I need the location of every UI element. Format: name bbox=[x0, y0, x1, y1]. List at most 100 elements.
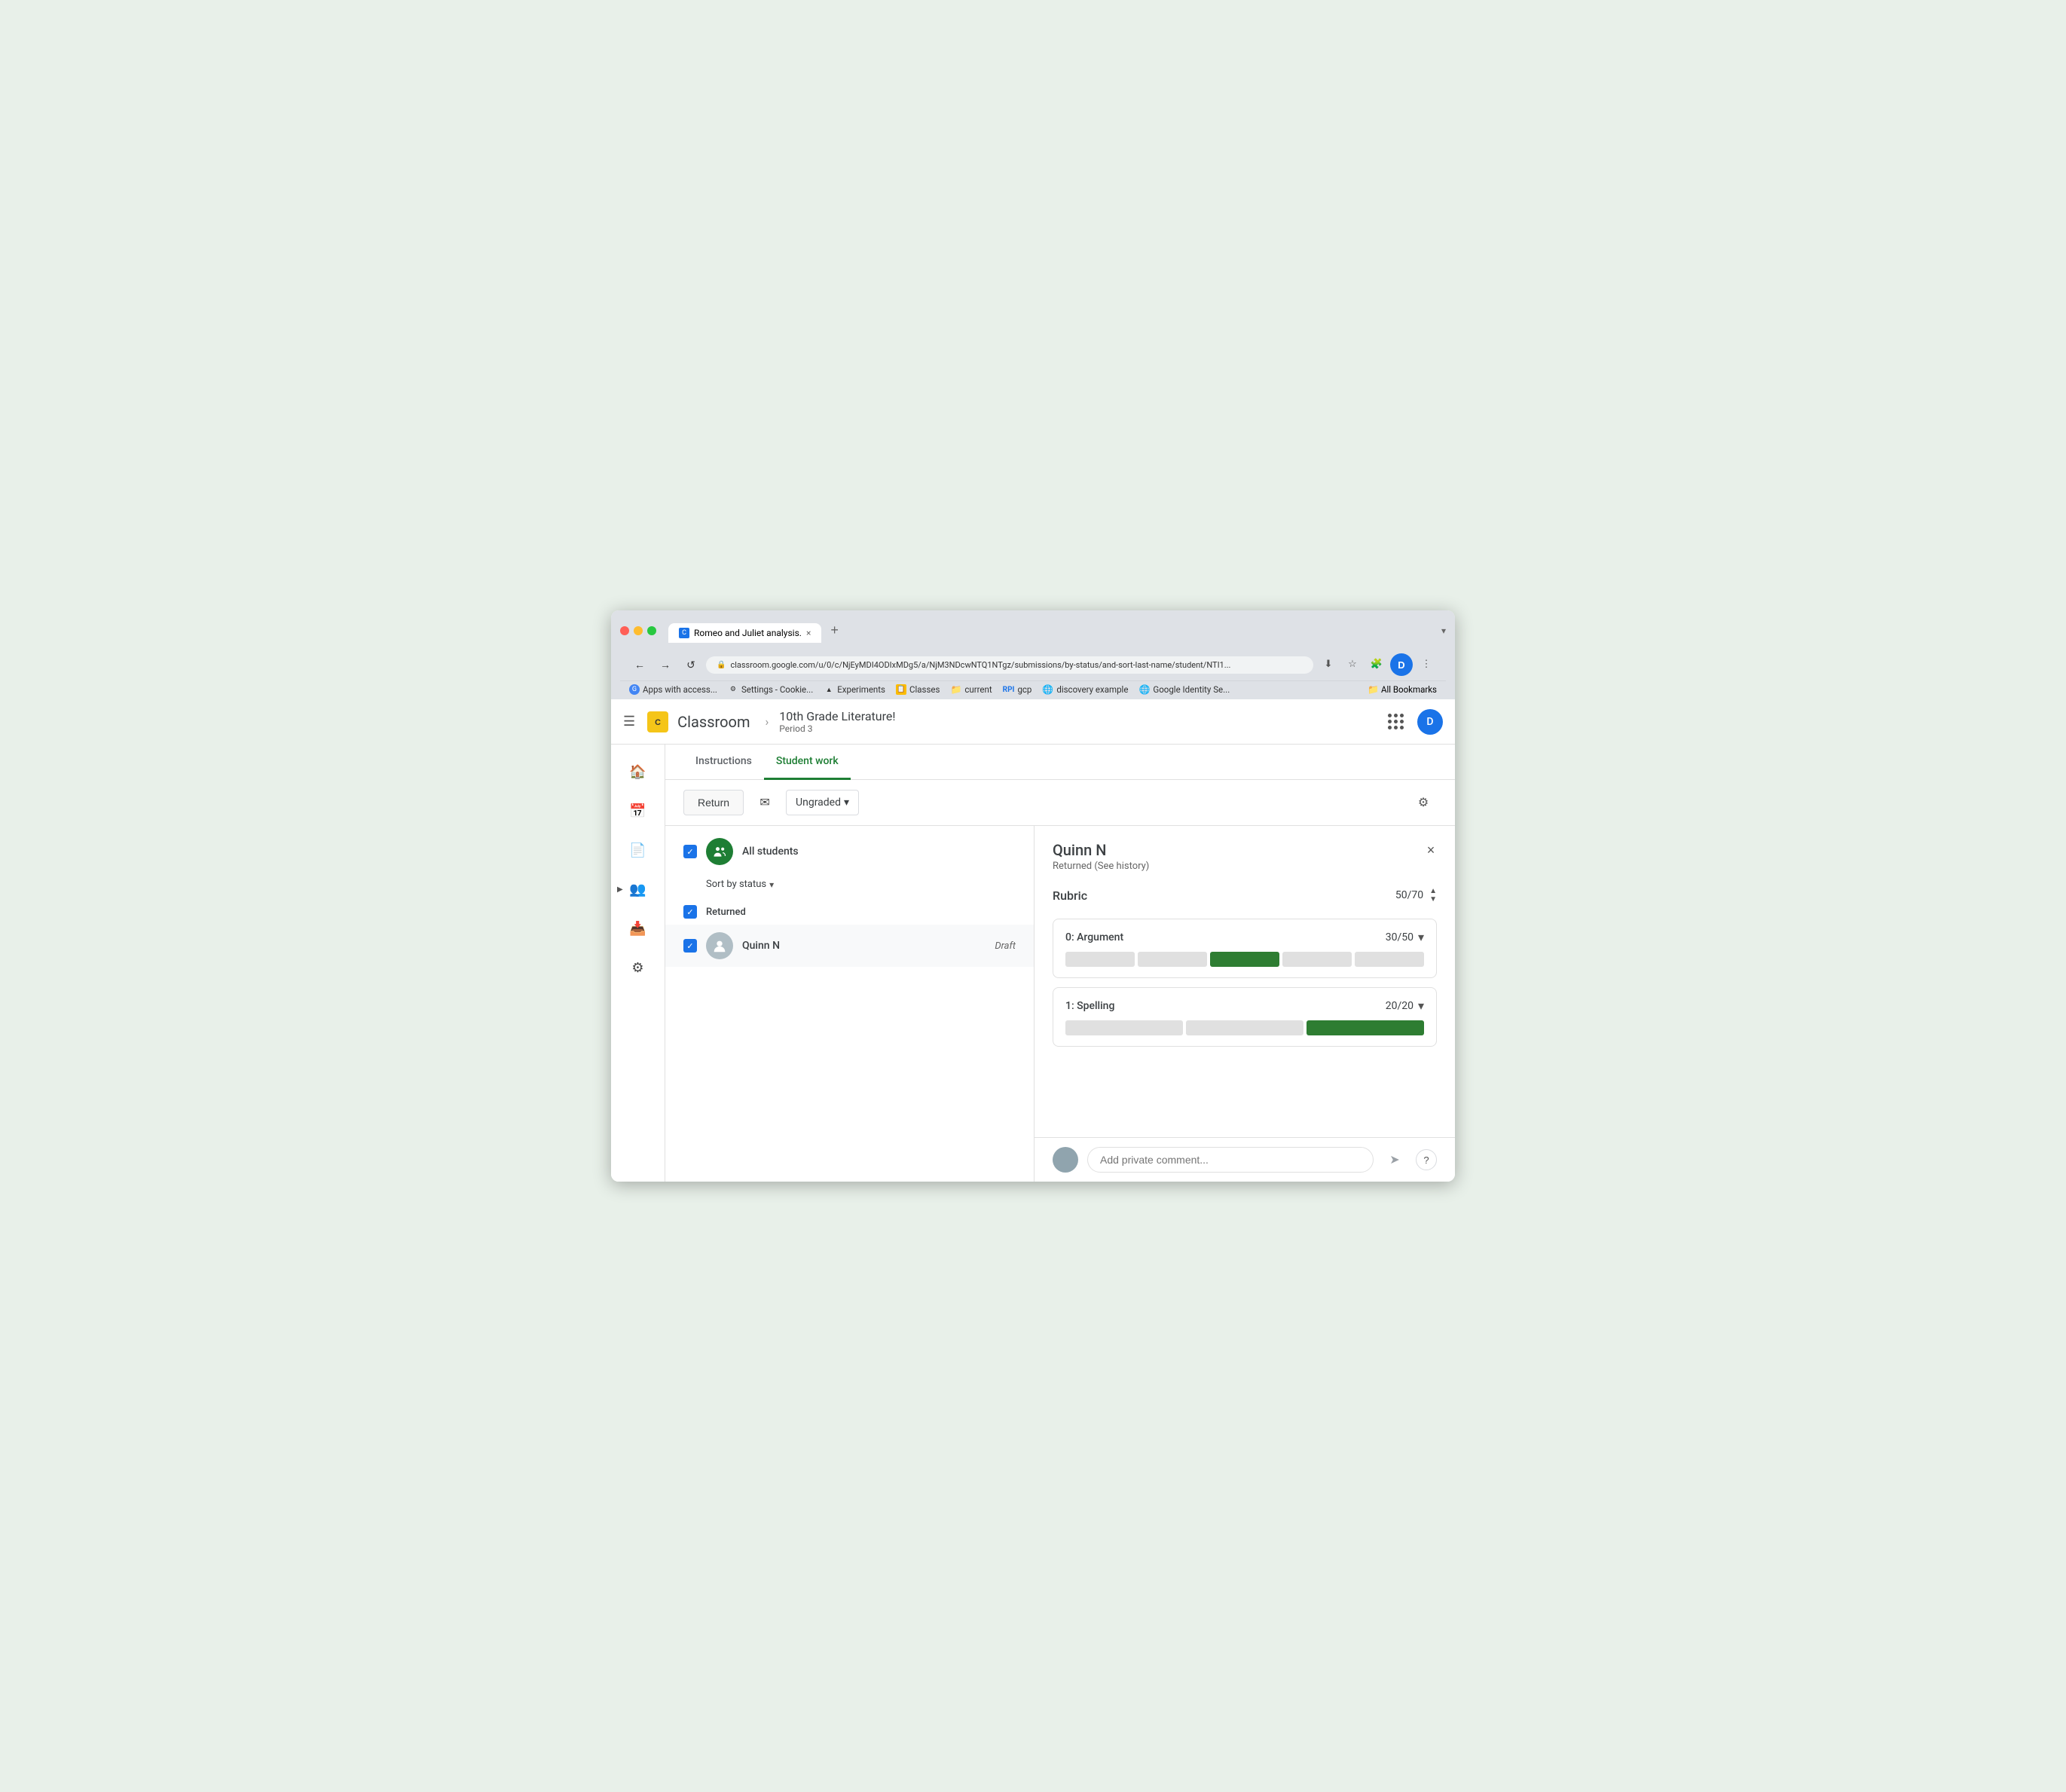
bookmark-classes[interactable]: 📋 Classes bbox=[896, 684, 940, 695]
all-bookmarks-icon: 📁 bbox=[1368, 684, 1379, 695]
bookmark-settings-label: Settings - Cookie... bbox=[741, 684, 813, 695]
bookmark-apps[interactable]: G Apps with access... bbox=[629, 684, 717, 695]
rubric-spelling-name: 1: Spelling bbox=[1065, 1000, 1114, 1012]
all-bookmarks-folder[interactable]: 📁 All Bookmarks bbox=[1368, 684, 1437, 695]
spelling-bar-selected[interactable] bbox=[1307, 1020, 1424, 1035]
argument-expand-icon[interactable]: ▾ bbox=[1418, 930, 1424, 944]
sidebar-item-people[interactable]: 👥 bbox=[620, 871, 656, 907]
minimize-traffic-light[interactable] bbox=[634, 626, 643, 635]
sidebar-item-assignments[interactable]: 📄 bbox=[620, 832, 656, 868]
bookmark-gcp-icon: RPI bbox=[1003, 686, 1015, 694]
close-traffic-light[interactable] bbox=[620, 626, 629, 635]
send-comment-button[interactable]: ➤ bbox=[1383, 1148, 1407, 1172]
back-button[interactable]: ← bbox=[629, 654, 650, 675]
sidebar-item-settings[interactable]: ⚙ bbox=[620, 950, 656, 986]
rubric-total-score: 50/70 ▲ ▼ bbox=[1395, 887, 1437, 904]
sort-label[interactable]: Sort by status bbox=[706, 879, 766, 890]
rubric-item-argument: 0: Argument 30/50 ▾ bbox=[1053, 919, 1437, 978]
student-submission-status: Draft bbox=[995, 940, 1016, 952]
app-name: Classroom bbox=[677, 713, 750, 731]
sidebar: 🏠 📅 📄 ▶ 👥 📥 ⚙ bbox=[611, 745, 665, 1182]
student-checkbox[interactable]: ✓ bbox=[683, 939, 697, 953]
breadcrumb-separator: › bbox=[765, 714, 769, 729]
ungraded-label: Ungraded bbox=[796, 797, 841, 809]
traffic-lights bbox=[620, 626, 656, 635]
bookmark-current-label: current bbox=[964, 684, 992, 695]
returned-section-header: ✓ Returned bbox=[665, 899, 1034, 925]
rubric-header: Rubric 50/70 ▲ ▼ bbox=[1053, 881, 1437, 910]
sort-arrow-icon[interactable]: ▾ bbox=[769, 879, 774, 890]
app-logo: C bbox=[647, 711, 668, 732]
maximize-traffic-light[interactable] bbox=[647, 626, 656, 635]
tab-instructions[interactable]: Instructions bbox=[683, 745, 764, 780]
profile-icon[interactable]: D bbox=[1390, 653, 1413, 676]
bookmark-current[interactable]: 📁 current bbox=[950, 684, 992, 695]
bookmark-discovery-icon: 🌐 bbox=[1042, 684, 1053, 695]
course-title[interactable]: 10th Grade Literature! bbox=[779, 709, 895, 723]
bookmark-apps-label: Apps with access... bbox=[643, 684, 717, 695]
bookmark-icon[interactable]: ☆ bbox=[1342, 653, 1363, 674]
address-bar[interactable]: 🔒 classroom.google.com/u/0/c/NjEyMDI4ODI… bbox=[706, 656, 1313, 674]
classroom-app: ☰ C Classroom › 10th Grade Literature! P… bbox=[611, 699, 1455, 1182]
all-students-label: All students bbox=[742, 846, 799, 858]
download-icon[interactable]: ⬇ bbox=[1318, 653, 1339, 674]
sidebar-item-archive[interactable]: 📥 bbox=[620, 910, 656, 946]
rubric-total-score-value: 50/70 bbox=[1395, 889, 1423, 901]
bookmark-gcp[interactable]: RPI gcp bbox=[1003, 684, 1032, 695]
detail-close-button[interactable]: × bbox=[1419, 838, 1443, 862]
more-menu-icon[interactable]: ⋮ bbox=[1416, 653, 1437, 674]
apps-grid-icon[interactable] bbox=[1383, 708, 1410, 735]
settings-gear-button[interactable]: ⚙ bbox=[1410, 789, 1437, 816]
bookmark-google-identity-icon: 🌐 bbox=[1138, 684, 1150, 695]
bookmark-settings[interactable]: ⚙ Settings - Cookie... bbox=[728, 684, 813, 695]
refresh-button[interactable]: ↺ bbox=[680, 654, 701, 675]
bookmark-experiments[interactable]: ▲ Experiments bbox=[824, 684, 885, 695]
send-icon: ➤ bbox=[1389, 1152, 1399, 1167]
email-button[interactable]: ✉ bbox=[751, 789, 778, 816]
app-content: 🏠 📅 📄 ▶ 👥 📥 ⚙ Instructions bbox=[611, 745, 1455, 1182]
email-icon: ✉ bbox=[759, 795, 769, 810]
active-tab[interactable]: C Romeo and Juliet analysis. × bbox=[668, 623, 821, 643]
hamburger-menu-icon[interactable]: ☰ bbox=[623, 714, 635, 729]
rubric-item-argument-header: 0: Argument 30/50 ▾ bbox=[1065, 930, 1424, 944]
tab-more-button[interactable]: ▾ bbox=[1441, 625, 1446, 636]
app-topbar: ☰ C Classroom › 10th Grade Literature! P… bbox=[611, 699, 1455, 745]
returned-checkbox[interactable]: ✓ bbox=[683, 905, 697, 919]
forward-button[interactable]: → bbox=[655, 654, 676, 675]
bookmark-current-icon: 📁 bbox=[950, 684, 961, 695]
help-button[interactable]: ? bbox=[1416, 1149, 1437, 1170]
new-tab-button[interactable]: + bbox=[823, 618, 846, 643]
bar-segment-4 bbox=[1282, 952, 1352, 967]
rubric-item-spelling: 1: Spelling 20/20 ▾ bbox=[1053, 987, 1437, 1047]
sidebar-item-home[interactable]: 🏠 bbox=[620, 754, 656, 790]
bar-segment-5 bbox=[1355, 952, 1424, 967]
rubric-item-spelling-header: 1: Spelling 20/20 ▾ bbox=[1065, 998, 1424, 1013]
rubric-title: Rubric bbox=[1053, 888, 1087, 903]
bookmark-discovery-label: discovery example bbox=[1056, 684, 1128, 695]
toolbar: Return ✉ Ungraded ▾ ⚙ bbox=[665, 780, 1455, 826]
tab-title: Romeo and Juliet analysis. bbox=[694, 628, 802, 638]
bookmark-discovery[interactable]: 🌐 discovery example bbox=[1042, 684, 1128, 695]
student-name: Quinn N bbox=[742, 940, 780, 952]
browser-tabs: C Romeo and Juliet analysis. × + bbox=[668, 618, 846, 643]
all-students-checkbox[interactable]: ✓ bbox=[683, 845, 697, 858]
course-period: Period 3 bbox=[779, 723, 895, 734]
student-row[interactable]: ✓ Quinn N Draft bbox=[665, 925, 1034, 967]
ungraded-dropdown[interactable]: Ungraded ▾ bbox=[786, 790, 859, 815]
tab-close-button[interactable]: × bbox=[806, 628, 811, 638]
spelling-expand-icon[interactable]: ▾ bbox=[1418, 998, 1424, 1013]
browser-controls: C Romeo and Juliet analysis. × + ▾ bbox=[620, 618, 1446, 643]
tab-student-work[interactable]: Student work bbox=[764, 745, 851, 780]
student-avatar bbox=[706, 932, 733, 959]
bar-segment-selected[interactable] bbox=[1210, 952, 1279, 967]
bookmark-classes-label: Classes bbox=[909, 684, 940, 695]
sidebar-item-calendar[interactable]: 📅 bbox=[620, 793, 656, 829]
comment-input[interactable] bbox=[1087, 1147, 1374, 1173]
extensions-icon[interactable]: 🧩 bbox=[1366, 653, 1387, 674]
user-avatar[interactable]: D bbox=[1417, 709, 1443, 735]
bookmark-google-identity[interactable]: 🌐 Google Identity Se... bbox=[1138, 684, 1230, 695]
return-button[interactable]: Return bbox=[683, 790, 744, 815]
detail-header: Quinn N Returned (See history) × bbox=[1035, 826, 1455, 881]
rubric-score-stepper[interactable]: ▲ ▼ bbox=[1429, 887, 1437, 904]
sidebar-expand-icon[interactable]: ▶ bbox=[617, 885, 623, 894]
